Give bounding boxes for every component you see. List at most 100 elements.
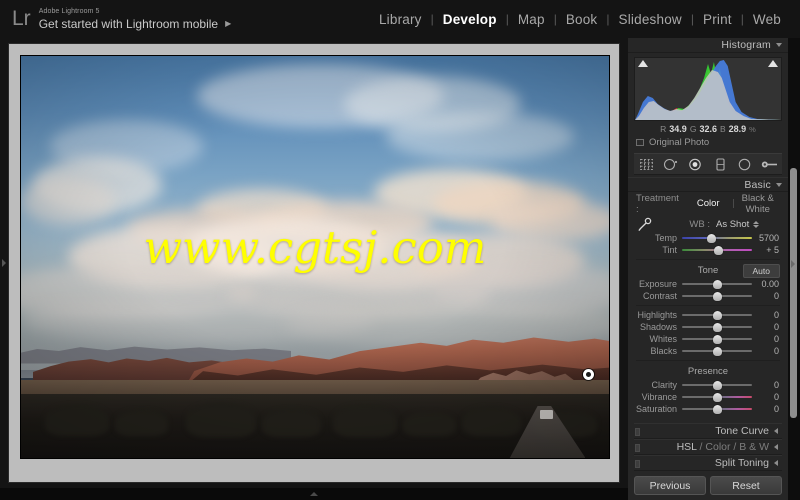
right-panel-scrollbar[interactable] xyxy=(788,38,800,500)
slider-track[interactable] xyxy=(682,403,752,415)
slider-vibrance[interactable]: Vibrance 0 xyxy=(634,391,782,403)
left-panel-toggle[interactable] xyxy=(0,38,8,488)
module-book[interactable]: Book xyxy=(557,12,607,27)
slider-handle[interactable] xyxy=(712,405,722,414)
previous-button[interactable]: Previous xyxy=(634,476,706,495)
slider-temp[interactable]: Temp 5700 xyxy=(634,232,782,244)
module-slideshow[interactable]: Slideshow xyxy=(610,12,691,27)
slider-track[interactable] xyxy=(682,232,752,244)
slider-value[interactable]: 0 xyxy=(752,322,782,332)
histogram-panel-header[interactable]: Histogram xyxy=(628,38,788,53)
filmstrip-toggle[interactable] xyxy=(0,488,628,500)
slider-contrast[interactable]: Contrast 0 xyxy=(634,290,782,302)
slider-handle[interactable] xyxy=(712,292,722,301)
slider-value[interactable]: + 5 xyxy=(752,245,782,255)
chevron-down-icon[interactable] xyxy=(776,43,782,47)
identity-plate[interactable]: Adobe Lightroom 5 Get started with Light… xyxy=(39,7,232,31)
slider-highlights[interactable]: Highlights 0 xyxy=(634,309,782,321)
triangle-right-icon[interactable]: ▶ xyxy=(225,17,231,31)
slider-handle[interactable] xyxy=(712,393,722,402)
slider-track[interactable] xyxy=(682,333,752,345)
slider-value[interactable]: 0 xyxy=(752,310,782,320)
panel-switch-icon[interactable] xyxy=(635,428,640,436)
right-panel-toggle-icon[interactable] xyxy=(791,260,795,268)
panel-switch-icon[interactable] xyxy=(635,460,640,468)
hsl-sub-label[interactable]: / Color / B & W xyxy=(697,441,769,453)
slider-handle[interactable] xyxy=(712,381,722,390)
slider-track[interactable] xyxy=(682,345,752,357)
wb-value[interactable]: As Shot xyxy=(716,219,782,230)
module-develop[interactable]: Develop xyxy=(434,12,506,27)
panel-split-toning[interactable]: Split Toning xyxy=(634,455,782,471)
slider-value[interactable]: 0 xyxy=(752,404,782,414)
histogram-title: Histogram xyxy=(721,39,771,51)
slider-blacks[interactable]: Blacks 0 xyxy=(634,345,782,357)
slider-track[interactable] xyxy=(682,379,752,391)
scrollbar-thumb[interactable] xyxy=(790,168,797,418)
wb-label: WB : xyxy=(689,218,710,230)
slider-handle[interactable] xyxy=(713,246,723,255)
stepper-updown-icon[interactable] xyxy=(753,220,760,228)
slider-whites[interactable]: Whites 0 xyxy=(634,333,782,345)
histogram-display[interactable] xyxy=(634,57,782,121)
panel-switch-icon[interactable] xyxy=(635,444,640,452)
slider-handle[interactable] xyxy=(712,311,722,320)
triangle-left-icon[interactable] xyxy=(774,460,778,466)
reset-button[interactable]: Reset xyxy=(710,476,782,495)
treatment-color-option[interactable]: Color xyxy=(684,198,733,209)
slider-handle[interactable] xyxy=(712,323,722,332)
auto-tone-button[interactable]: Auto xyxy=(742,264,780,278)
panel-tone-curve[interactable]: Tone Curve xyxy=(634,423,782,439)
radial-filter-icon[interactable] xyxy=(736,156,754,172)
slider-handle[interactable] xyxy=(706,234,716,243)
slider-exposure[interactable]: Exposure 0.00 xyxy=(634,278,782,290)
slider-handle[interactable] xyxy=(712,335,722,344)
module-web[interactable]: Web xyxy=(744,12,790,27)
triangle-left-icon[interactable] xyxy=(774,428,778,434)
slider-value[interactable]: 0 xyxy=(752,346,782,356)
b-label: B xyxy=(719,124,726,134)
hsl-label[interactable]: HSL xyxy=(677,441,697,453)
red-eye-correction-icon[interactable] xyxy=(687,156,705,172)
module-library[interactable]: Library xyxy=(370,12,431,27)
right-panel: Histogram R 34.9 G 32.6 B 28.9 % Origina… xyxy=(628,38,788,500)
slider-clarity[interactable]: Clarity 0 xyxy=(634,379,782,391)
slider-value[interactable]: 0.00 xyxy=(752,279,782,289)
basic-panel-header[interactable]: Basic xyxy=(628,177,788,192)
slider-handle[interactable] xyxy=(712,347,722,356)
slider-track[interactable] xyxy=(682,278,752,290)
triangle-left-icon[interactable] xyxy=(774,444,778,450)
tagline-row[interactable]: Get started with Lightroom mobile ▶ xyxy=(39,17,232,31)
module-picker: Library | Develop | Map | Book | Slidesh… xyxy=(370,12,800,27)
slider-track[interactable] xyxy=(682,321,752,333)
spot-removal-icon[interactable] xyxy=(662,156,680,172)
slider-value[interactable]: 0 xyxy=(752,291,782,301)
slider-value[interactable]: 5700 xyxy=(752,233,782,243)
slider-value[interactable]: 0 xyxy=(752,380,782,390)
slider-track[interactable] xyxy=(682,391,752,403)
slider-track[interactable] xyxy=(682,244,752,256)
treatment-bw-option[interactable]: Black & White xyxy=(734,193,783,215)
photo-preview[interactable]: www.cgtsj.com xyxy=(20,55,610,459)
slider-value[interactable]: 0 xyxy=(752,392,782,402)
slider-tint[interactable]: Tint + 5 xyxy=(634,244,782,256)
checkbox-icon[interactable] xyxy=(636,139,644,146)
slider-handle[interactable] xyxy=(712,280,722,289)
slider-track[interactable] xyxy=(682,290,752,302)
crop-overlay-icon[interactable] xyxy=(637,156,655,172)
original-photo-toggle[interactable]: Original Photo xyxy=(628,135,788,151)
g-value: 32.6 xyxy=(699,124,717,134)
graduated-filter-icon[interactable] xyxy=(711,156,729,172)
panel-hsl-color-bw[interactable]: HSL / Color / B & W xyxy=(634,439,782,455)
module-map[interactable]: Map xyxy=(509,12,554,27)
module-print[interactable]: Print xyxy=(694,12,741,27)
slider-shadows[interactable]: Shadows 0 xyxy=(634,321,782,333)
spot-removal-marker[interactable] xyxy=(583,368,595,380)
eyedropper-icon[interactable] xyxy=(634,217,656,232)
slider-saturation[interactable]: Saturation 0 xyxy=(634,403,782,415)
adjustment-brush-icon[interactable] xyxy=(761,156,779,172)
slider-label: Whites xyxy=(649,334,677,344)
slider-track[interactable] xyxy=(682,309,752,321)
chevron-down-icon[interactable] xyxy=(776,182,782,187)
slider-value[interactable]: 0 xyxy=(752,334,782,344)
